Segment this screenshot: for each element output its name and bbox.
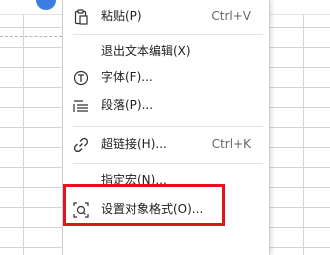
menu-item-shortcut: Ctrl+K <box>211 137 251 151</box>
menu-item-label: 退出文本编辑(X) <box>101 44 191 58</box>
menu-item-font[interactable]: 字体(F)... <box>63 64 269 90</box>
partial-toolbar-icon <box>36 0 56 10</box>
menu-item-label: 粘贴(P) <box>101 9 142 23</box>
menu-item-hyperlink[interactable]: 超链接(H)... Ctrl+K <box>63 131 269 157</box>
menu-item-shortcut: Ctrl+V <box>211 9 251 23</box>
menu-separator <box>73 34 263 35</box>
menu-item-exit-text-edit[interactable]: 退出文本编辑(X) <box>63 38 269 64</box>
column-divider-dashed <box>0 36 62 37</box>
menu-separator <box>73 126 263 127</box>
paragraph-icon <box>73 97 89 113</box>
link-icon <box>73 136 89 153</box>
menu-item-paste[interactable]: 粘贴(P) Ctrl+V <box>63 3 269 29</box>
menu-item-label: 超链接(H)... <box>101 137 167 151</box>
clipboard-icon <box>73 8 89 25</box>
menu-item-label: 段落(P)... <box>101 98 154 112</box>
menu-item-paragraph[interactable]: 段落(P)... <box>63 92 269 118</box>
font-icon <box>73 69 89 86</box>
menu-separator <box>73 163 263 164</box>
highlight-box <box>63 184 225 226</box>
menu-item-label: 字体(F)... <box>101 70 153 84</box>
